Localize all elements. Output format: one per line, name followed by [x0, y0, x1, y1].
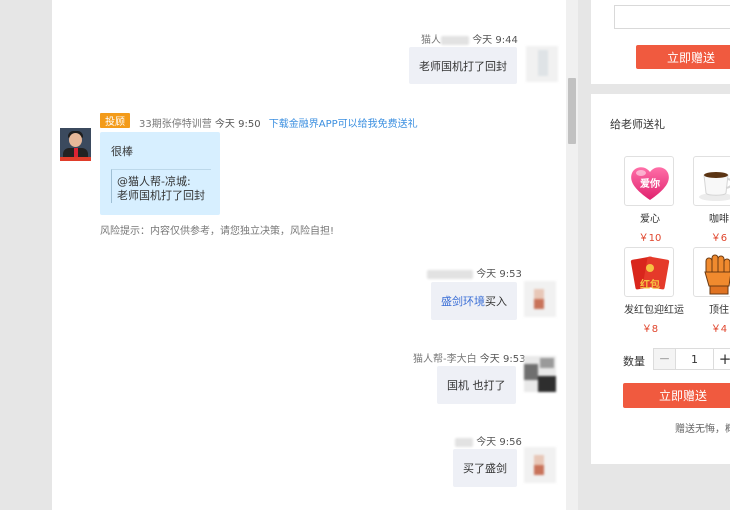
blurred-name	[441, 35, 469, 45]
gift-name: 咖啡	[709, 214, 729, 225]
fist-icon	[704, 254, 730, 295]
gift-panel: 给老师送礼 爱你 爱心 ￥10 咖啡 ￥6 红包 发红包迎红运 ￥8 顶住 ￥4…	[591, 94, 730, 464]
quoted-message: @猫人帮-凉城: 老师国机打了回封	[111, 169, 211, 203]
user-avatar[interactable]	[524, 356, 556, 392]
gift-name: 顶住	[709, 305, 729, 316]
message-text: 买了盛剑	[463, 462, 507, 475]
blurred-name	[427, 269, 473, 279]
send-gift-button[interactable]: 立即赠送	[623, 383, 730, 408]
gift-item-red-envelope[interactable]: 红包 发红包迎红运 ￥8	[624, 247, 684, 335]
teacher-avatar[interactable]	[60, 128, 91, 161]
gift-item-heart[interactable]: 爱你 爱心 ￥10	[624, 156, 676, 244]
gift-price: ￥4	[710, 324, 728, 335]
sender-name: 猫人	[421, 35, 441, 46]
message-meta: 33期张停特训营 今天 9:50 下载金融界APP可以给我免费送礼	[139, 115, 418, 130]
message-meta: 今天 9:56	[455, 433, 522, 448]
message-time: 今天 9:56	[476, 437, 522, 448]
risk-notice: 风险提示：内容仅供参考，请您独立决策，风险自担!	[100, 226, 335, 237]
teacher-reply-bubble: 很棒 @猫人帮-凉城: 老师国机打了回封	[100, 132, 220, 215]
message-text: 很棒	[111, 145, 133, 158]
gift-price: ￥6	[710, 233, 728, 244]
chat-scrollbar[interactable]	[566, 0, 578, 510]
sender-name: 33期张停特训营	[139, 119, 212, 130]
gift-disclaimer: 赠送无悔，概	[675, 424, 730, 435]
stock-link[interactable]: 盛剑环境	[441, 293, 485, 309]
message-bubble: 国机 也打了	[437, 366, 516, 404]
quantity-label: 数量	[623, 355, 645, 368]
blurred-name	[455, 437, 473, 447]
message-time: 今天 9:50	[214, 119, 261, 130]
custom-amount-input[interactable]	[614, 5, 730, 29]
message-time: 今天 9:53	[479, 354, 526, 365]
user-avatar[interactable]	[526, 46, 558, 82]
advisor-badge: 投顾	[100, 113, 130, 128]
top-send-button[interactable]: 立即赠送	[636, 45, 730, 69]
sender-name: 猫人帮-李大白	[413, 354, 477, 365]
quoted-text: 老师国机打了回封	[117, 189, 205, 202]
app-promo-link[interactable]: 下载金融界APP可以给我免费送礼	[269, 119, 418, 130]
gift-name: 爱心	[640, 214, 660, 225]
gift-title: 给老师送礼	[610, 118, 665, 131]
gift-icon-box[interactable]	[693, 247, 730, 297]
user-avatar[interactable]	[524, 281, 556, 317]
message-meta: 猫人帮-李大白 今天 9:53	[413, 350, 525, 365]
message-text: 买入	[485, 295, 507, 308]
gift-name: 发红包迎红运	[624, 305, 684, 316]
quantity-input[interactable]: 1	[676, 349, 714, 369]
decrease-button[interactable]: −	[654, 349, 676, 369]
message-meta: 猫人 今天 9:44	[421, 31, 518, 46]
message-bubble: 盛剑环境 买入	[431, 282, 517, 320]
increase-button[interactable]: +	[714, 349, 730, 369]
message-bubble: 老师国机打了回封	[409, 47, 517, 84]
message-time: 今天 9:44	[472, 35, 518, 46]
gift-icon-box[interactable]	[693, 156, 730, 206]
message-time: 今天 9:53	[476, 269, 522, 280]
gift-item-fist[interactable]: 顶住 ￥4	[693, 247, 730, 335]
quantity-stepper: − 1 +	[653, 348, 730, 370]
user-avatar[interactable]	[524, 447, 556, 483]
quoted-user: @猫人帮-凉城:	[117, 175, 191, 188]
message-meta: 今天 9:53	[427, 265, 522, 280]
scroll-thumb[interactable]	[568, 78, 576, 144]
gift-icon-box[interactable]: 爱你	[624, 156, 674, 206]
message-text: 老师国机打了回封	[419, 59, 507, 73]
message-text: 国机 也打了	[447, 379, 506, 392]
message-bubble: 买了盛剑	[453, 449, 517, 487]
red-envelope-icon-text: 红包	[640, 280, 660, 291]
gift-item-coffee[interactable]: 咖啡 ￥6	[693, 156, 730, 244]
gift-price: ￥8	[641, 324, 659, 335]
top-send-card: 立即赠送	[591, 0, 730, 84]
gift-price: ￥10	[638, 233, 662, 244]
heart-icon-text: 爱你	[640, 179, 660, 190]
gift-icon-box[interactable]: 红包	[624, 247, 674, 297]
coffee-icon	[699, 172, 730, 201]
